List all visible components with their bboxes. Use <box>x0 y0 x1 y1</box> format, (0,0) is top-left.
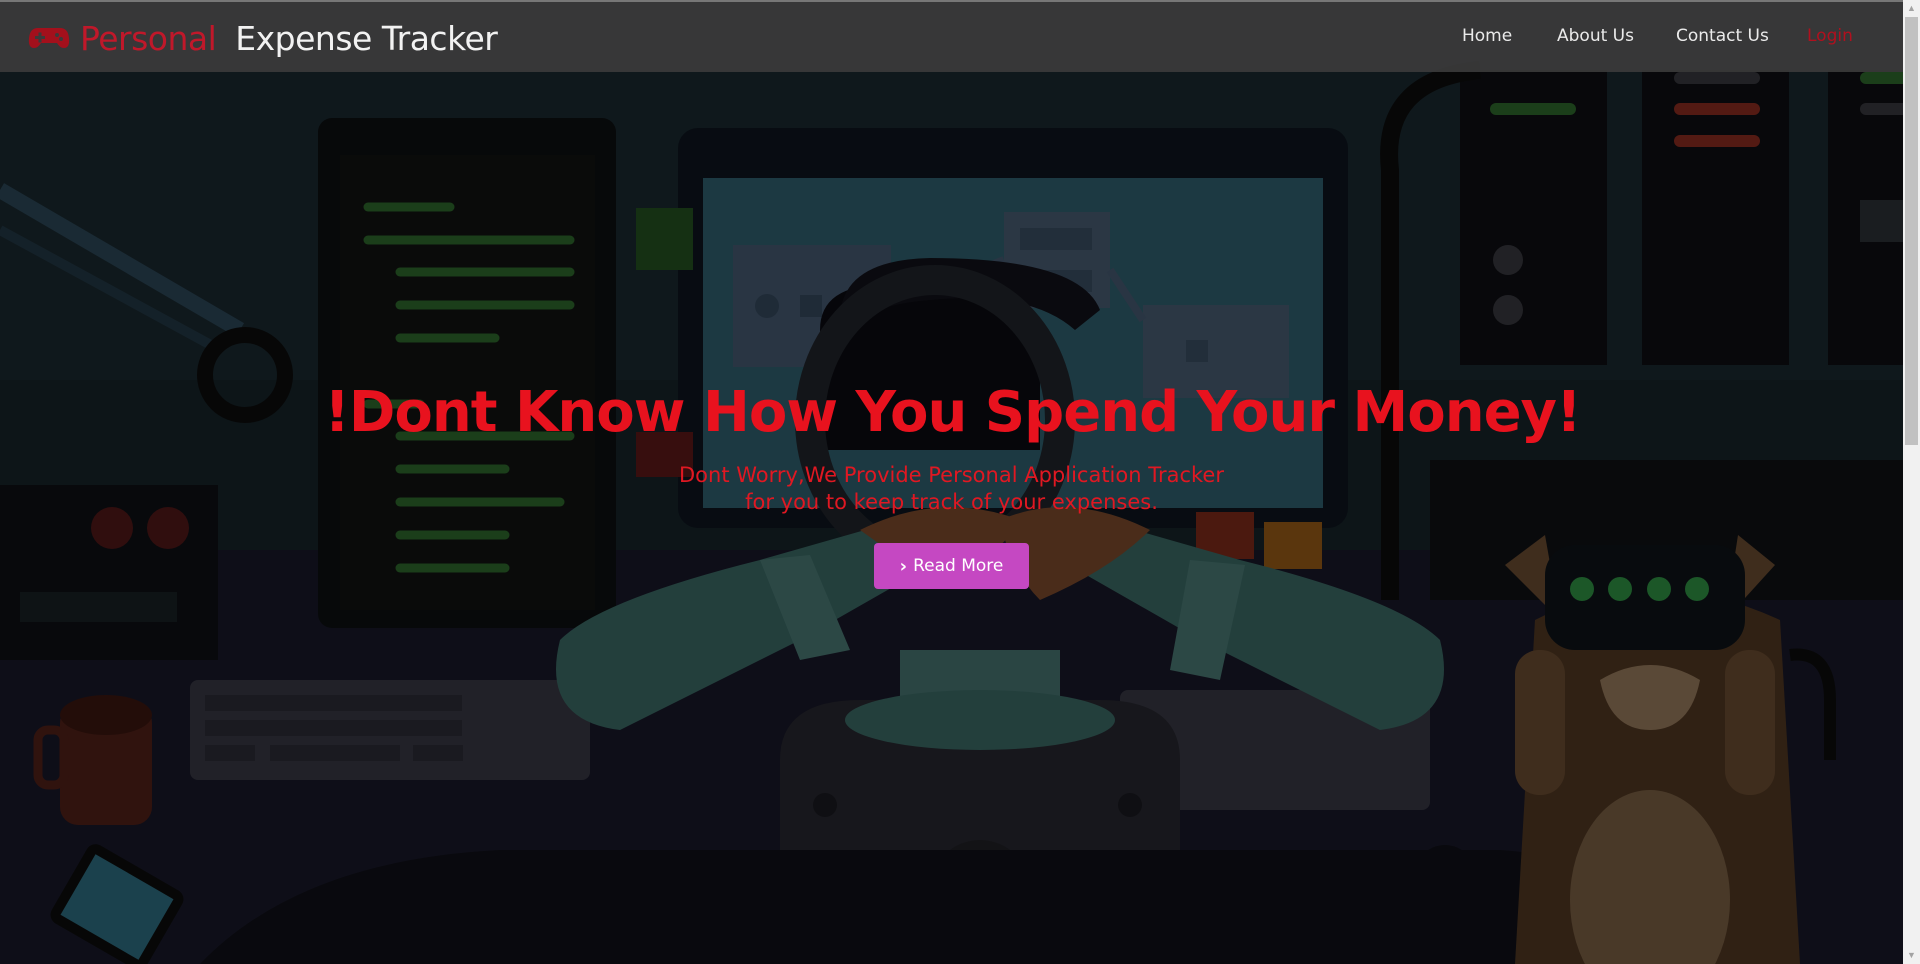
top-navbar: Personal Expense Tracker Home About Us C… <box>0 0 1903 72</box>
nav-about-us-link[interactable]: About Us <box>1557 26 1634 46</box>
nav-links: Home About Us Contact Us Login <box>0 26 1903 52</box>
hero-subline: Dont Worry,We Provide Personal Applicati… <box>0 462 1903 516</box>
nav-contact-us-link[interactable]: Contact Us <box>1676 26 1769 46</box>
hero-headline: !Dont Know How You Spend Your Money! <box>324 380 1581 445</box>
nav-home-link[interactable]: Home <box>1462 26 1512 46</box>
hero-subline-line-2: for you to keep track of your expenses. <box>745 490 1158 514</box>
hero-subline-line-1: Dont Worry,We Provide Personal Applicati… <box>679 463 1224 487</box>
nav-login-link[interactable]: Login <box>1807 26 1853 46</box>
scrollbar-thumb[interactable] <box>1905 17 1918 445</box>
read-more-label: Read More <box>913 556 1004 576</box>
scroll-down-arrow-icon[interactable]: ▼ <box>1903 947 1920 964</box>
scroll-up-arrow-icon[interactable]: ▲ <box>1903 0 1920 17</box>
read-more-button[interactable]: › Read More <box>874 543 1029 589</box>
chevron-right-icon: › <box>899 555 908 577</box>
vertical-scrollbar[interactable]: ▲ ▼ <box>1903 0 1920 964</box>
